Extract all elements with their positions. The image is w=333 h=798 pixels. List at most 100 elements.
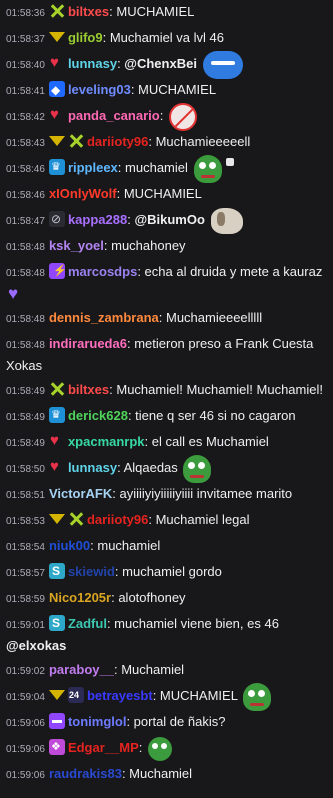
chat-message: 01:58:43 dariioty96: Muchamieeeeell xyxy=(0,130,333,156)
chat-username[interactable]: paraboy__ xyxy=(49,662,114,677)
chevron-icon[interactable] xyxy=(48,136,65,146)
gift-icon[interactable]: ❖ xyxy=(48,739,65,755)
emote-icon[interactable] xyxy=(210,207,243,234)
chat-message: 01:58:36 biltxes: MUCHAMIEL xyxy=(0,0,333,26)
message-text: MUCHAMIEL xyxy=(123,186,202,201)
chat-username[interactable]: lunnasy xyxy=(68,56,117,71)
message-timestamp: 01:58:49 xyxy=(6,412,45,423)
message-text: Alqaedas xyxy=(123,460,182,475)
chat-icon[interactable]: ▬ xyxy=(48,713,65,729)
message-text: ayiiiiyiyiiiiiyiiii invitamee marito xyxy=(119,486,293,501)
bolt-icon[interactable]: ⚡ xyxy=(48,263,65,279)
x-icon[interactable] xyxy=(67,511,84,527)
message-text: Muchamiel! Muchamiel! Muchamiel! xyxy=(116,382,323,397)
emote-icon[interactable] xyxy=(225,158,234,166)
diamond-icon[interactable]: ◆ xyxy=(48,81,65,97)
chat-username[interactable]: derick628 xyxy=(68,408,128,423)
message-timestamp: 01:59:06 xyxy=(6,744,45,755)
chat-username[interactable]: tonimglol xyxy=(68,714,127,729)
chat-username[interactable]: xIOnlyWolf xyxy=(49,186,117,201)
chat-username[interactable]: Nico1205r xyxy=(49,590,111,605)
x-icon[interactable] xyxy=(48,3,65,19)
message-timestamp: 01:59:01 xyxy=(6,620,45,631)
chat-message: 01:58:49 biltxes: Muchamiel! Muchamiel! M… xyxy=(0,378,333,404)
message-text: muchamiel gordo xyxy=(122,564,222,579)
chat-message: 01:59:06 raudrakis83: Muchamiel xyxy=(0,762,333,788)
heart-icon[interactable]: ♥ xyxy=(49,55,65,71)
chat-username[interactable]: dariioty96 xyxy=(87,134,148,149)
chat-message: 01:58:37 glifo9: Muchamiel va lvl 46 xyxy=(0,26,333,52)
heart-icon[interactable]: ♥ xyxy=(49,107,65,123)
x-icon[interactable] xyxy=(48,381,65,397)
message-text: MUCHAMIEL xyxy=(159,688,242,703)
message-timestamp: 01:58:40 xyxy=(6,60,45,71)
chevron-icon[interactable] xyxy=(48,690,65,700)
chat-username[interactable]: biltxes xyxy=(68,382,109,397)
chevron-icon[interactable] xyxy=(48,514,65,524)
emote-icon[interactable] xyxy=(243,682,272,711)
message-timestamp: 01:58:36 xyxy=(6,8,45,19)
chat-message: 01:58:40 ♥ lunnasy: @ChenxBei xyxy=(0,50,333,79)
message-text: Muchamieeeelllll xyxy=(166,310,263,325)
heart-icon[interactable]: ♥ xyxy=(49,459,65,475)
s-icon[interactable]: S xyxy=(48,615,65,631)
chat-username[interactable]: panda_canario xyxy=(68,108,160,123)
crown-icon[interactable]: ♛ xyxy=(48,159,65,175)
message-separator: : xyxy=(144,434,152,449)
message-text: Muchamiel xyxy=(129,766,193,781)
emote-icon[interactable] xyxy=(183,454,212,483)
user-mention[interactable]: @elxokas xyxy=(6,638,66,653)
message-separator: : xyxy=(148,134,156,149)
calendar-icon[interactable]: 24 xyxy=(67,687,84,703)
heart-icon[interactable]: ♥ xyxy=(49,433,65,449)
chat-message-list[interactable]: 01:58:36 biltxes: MUCHAMIEL 01:58:37 glifo… xyxy=(0,0,333,798)
emote-icon[interactable] xyxy=(168,102,197,131)
message-timestamp: 01:58:41 xyxy=(6,86,45,97)
chat-username[interactable]: indirarueda6 xyxy=(49,336,127,351)
chat-username[interactable]: raudrakis83 xyxy=(49,766,122,781)
chat-username[interactable]: Zadful xyxy=(68,616,107,631)
chat-message: 01:59:06 ❖ Edgar__MP: xyxy=(0,736,333,762)
message-text: muchamiel viene bien, es 46 xyxy=(114,616,279,631)
message-text: Muchamieeeeell xyxy=(155,134,251,149)
emote-icon[interactable]: ♥ xyxy=(8,286,26,304)
emote-icon[interactable] xyxy=(202,50,243,79)
message-separator: : xyxy=(116,186,124,201)
message-timestamp: 01:59:06 xyxy=(6,718,45,729)
no-icon[interactable]: ⊘ xyxy=(48,211,65,227)
chat-username[interactable]: kappa288 xyxy=(68,212,127,227)
chat-username[interactable]: biltxes xyxy=(68,4,109,19)
chat-username[interactable]: Edgar__MP xyxy=(68,740,139,755)
emote-icon[interactable] xyxy=(147,736,172,761)
chat-username[interactable]: VictorAFK xyxy=(49,486,112,501)
chat-username[interactable]: leveling03 xyxy=(68,82,131,97)
message-timestamp: 01:58:46 xyxy=(6,164,45,175)
chat-username[interactable]: ksk_yoel xyxy=(49,238,104,253)
message-text: portal de ñakis? xyxy=(133,714,226,729)
message-text: tiene q ser 46 si no cagaron xyxy=(135,408,296,423)
chat-username[interactable]: lunnasy xyxy=(68,460,117,475)
message-text: muchamiel xyxy=(97,538,161,553)
message-separator: : xyxy=(159,108,167,123)
chat-message: 01:58:51 VictorAFK: ayiiiiyiyiiiiiyiiii i… xyxy=(0,482,333,508)
chat-username[interactable]: marcosdps xyxy=(68,264,137,279)
message-separator: : xyxy=(158,310,166,325)
s-icon[interactable]: S xyxy=(48,563,65,579)
message-timestamp: 01:58:54 xyxy=(6,542,45,553)
x-icon[interactable] xyxy=(67,133,84,149)
chat-username[interactable]: dariioty96 xyxy=(87,512,148,527)
emote-icon[interactable] xyxy=(193,154,222,183)
chevron-icon[interactable] xyxy=(48,32,65,42)
chat-username[interactable]: skiewid xyxy=(68,564,115,579)
message-separator: : xyxy=(130,82,139,97)
chat-username[interactable]: rippleex xyxy=(68,160,118,175)
chat-username[interactable]: betrayesbt xyxy=(87,688,153,703)
chat-username[interactable]: glifo9 xyxy=(68,30,103,45)
user-mention[interactable]: @BikumOo xyxy=(134,212,208,227)
chat-username[interactable]: dennis_zambrana xyxy=(49,310,159,325)
crown-icon[interactable]: ♛ xyxy=(48,407,65,423)
chat-username[interactable]: niuk00 xyxy=(49,538,90,553)
user-mention[interactable]: @ChenxBei xyxy=(124,56,200,71)
message-timestamp: 01:59:02 xyxy=(6,666,45,677)
chat-username[interactable]: xpacmanrpk xyxy=(68,434,145,449)
